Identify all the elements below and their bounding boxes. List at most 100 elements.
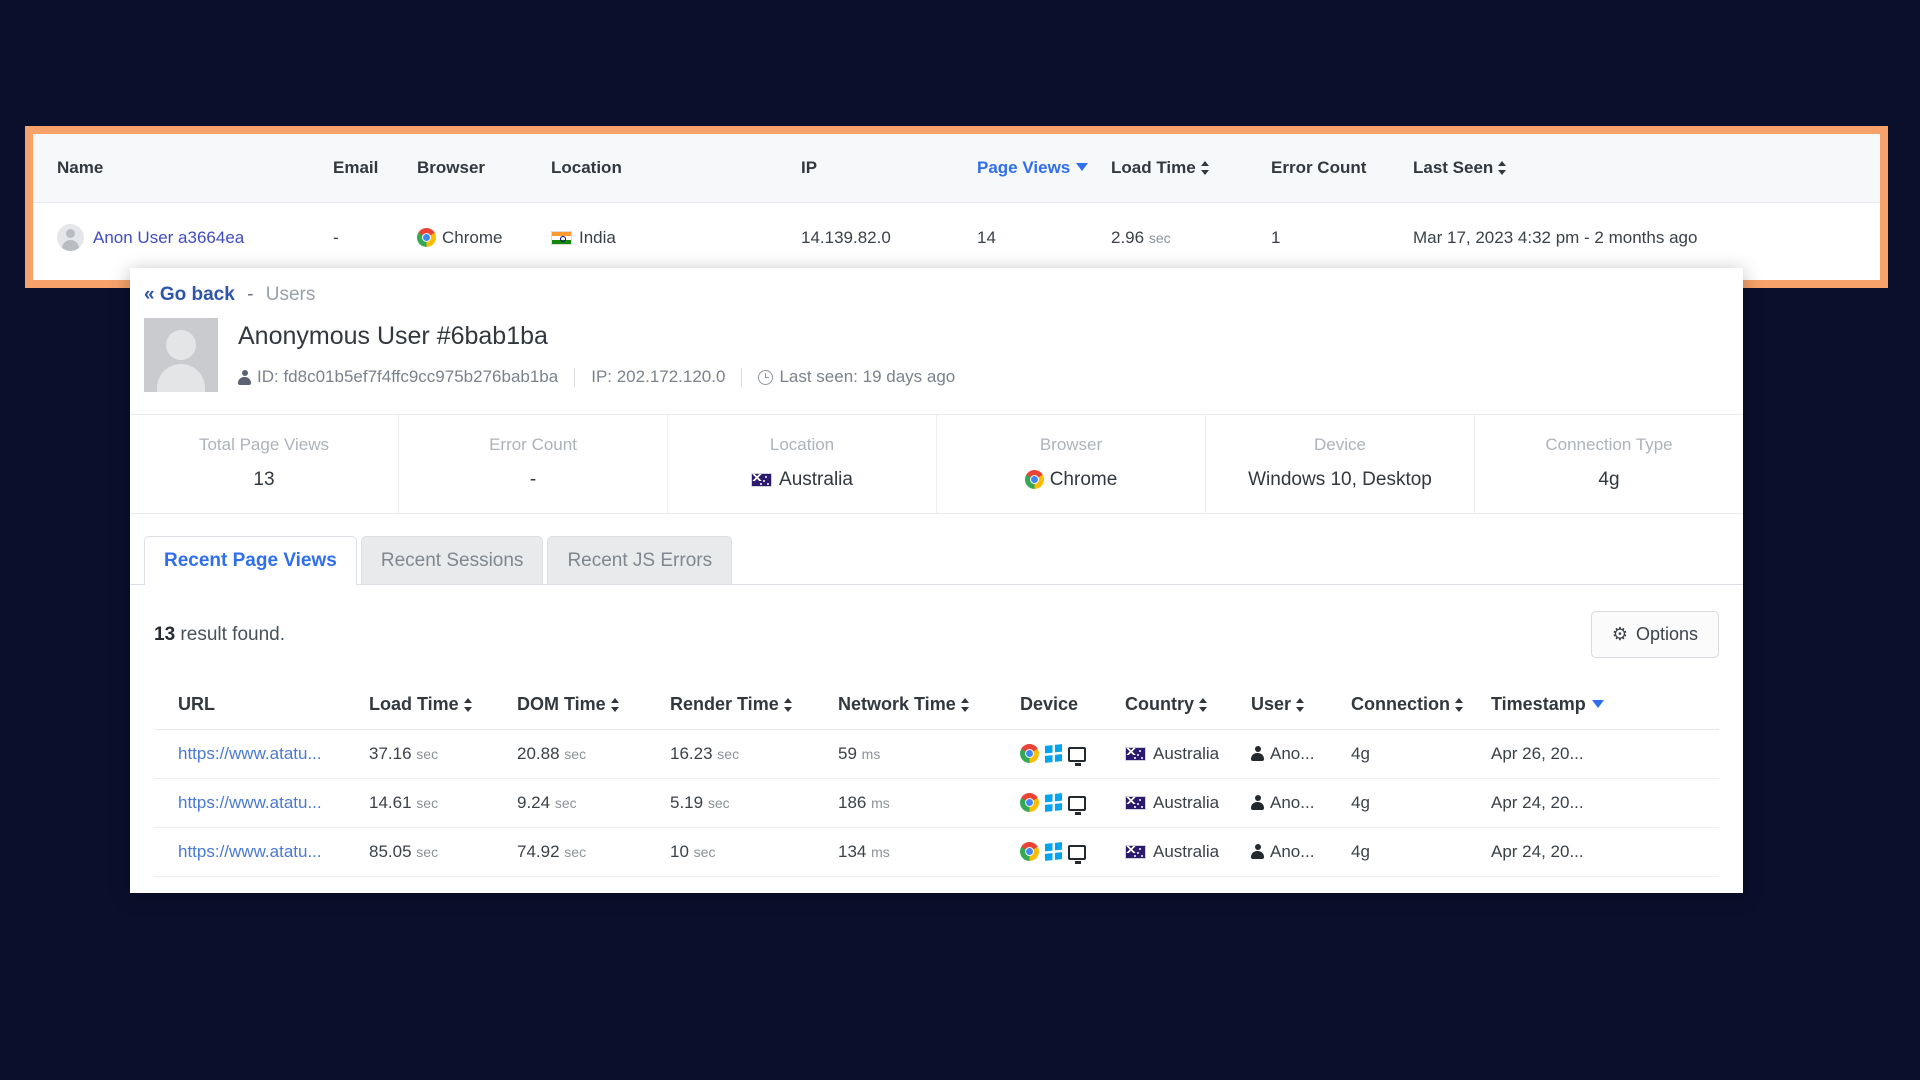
unit: sec: [564, 844, 587, 860]
options-button[interactable]: ⚙ Options: [1590, 611, 1719, 658]
pv-cell-user: Ano...: [1251, 827, 1351, 877]
users-col-browser[interactable]: Browser: [417, 134, 551, 203]
page-url-link[interactable]: https://www.atatu...: [178, 793, 322, 812]
users-col-ip[interactable]: IP: [801, 134, 977, 203]
users-cell-browser: Chrome: [417, 202, 551, 272]
user-detail-panel: « Go back - Users Anonymous User #6bab1b…: [130, 268, 1743, 893]
avatar: [57, 224, 84, 251]
value: 14.61: [369, 793, 412, 812]
users-col-ip-label: IP: [801, 158, 818, 177]
users-cell-load-time: 2.96 sec: [1111, 202, 1271, 272]
go-back-link[interactable]: « Go back: [144, 284, 235, 305]
person-icon: [1251, 795, 1264, 810]
stat-value-wrap: Chrome: [937, 469, 1205, 491]
value: 16.23: [670, 744, 713, 763]
user-name-link[interactable]: Anon User a3664ea: [93, 228, 244, 247]
pv-col-connection[interactable]: Connection: [1351, 680, 1491, 730]
breadcrumb-current: Users: [265, 284, 316, 305]
pv-cell-dom-time: 20.88 sec: [517, 729, 670, 779]
pv-cell-country: Australia: [1125, 827, 1251, 877]
location-label: India: [579, 227, 616, 247]
users-col-email-label: Email: [333, 158, 379, 177]
page-views-table-header: URL Load Time DOM Time Render Time Netwo…: [154, 680, 1719, 730]
country-label: Australia: [1153, 842, 1220, 861]
stat-location: Location Australia: [668, 415, 937, 513]
users-cell-email: -: [333, 202, 417, 272]
users-col-email[interactable]: Email: [333, 134, 417, 203]
table-row[interactable]: https://www.atatu... 37.16 sec 20.88 sec…: [154, 729, 1719, 779]
stat-label: Location: [769, 435, 835, 454]
users-col-error-count[interactable]: Error Count: [1271, 134, 1413, 203]
page-url-link[interactable]: https://www.atatu...: [178, 842, 322, 861]
tab-recent-js-errors[interactable]: Recent JS Errors: [547, 536, 733, 585]
stat-browser: Browser Chrome: [937, 415, 1206, 513]
tab-recent-page-views[interactable]: Recent Page Views: [144, 536, 357, 586]
gear-icon: ⚙: [1611, 624, 1628, 644]
pv-col-url-label: URL: [178, 694, 215, 714]
users-col-name[interactable]: Name: [33, 134, 333, 203]
users-col-load-time[interactable]: Load Time: [1111, 134, 1271, 203]
page-url-link[interactable]: https://www.atatu...: [178, 744, 322, 763]
value: 10: [670, 842, 689, 861]
pv-col-country[interactable]: Country: [1125, 680, 1251, 730]
user-label: Ano...: [1270, 744, 1315, 763]
windows-icon: [1045, 793, 1062, 812]
value: 74.92: [517, 842, 560, 861]
users-table-body: Anon User a3664ea - Chrome India 14.139.…: [33, 202, 1880, 272]
table-row[interactable]: https://www.atatu... 85.05 sec 74.92 sec…: [154, 827, 1719, 877]
pv-col-network-time[interactable]: Network Time: [838, 680, 1020, 730]
pv-cell-connection: 4g: [1351, 729, 1491, 779]
value: 186: [838, 793, 867, 812]
pv-col-load-time-label: Load Time: [369, 694, 459, 714]
pv-col-render-time[interactable]: Render Time: [670, 680, 838, 730]
browser-label: Chrome: [442, 227, 503, 247]
pv-cell-load-time: 37.16 sec: [369, 729, 517, 779]
pv-col-user[interactable]: User: [1251, 680, 1351, 730]
users-col-last-seen-label: Last Seen: [1413, 158, 1494, 177]
stat-connection-type: Connection Type 4g: [1475, 415, 1743, 513]
user-label: Ano...: [1270, 793, 1315, 812]
unit: sec: [564, 746, 587, 762]
stat-value: 13: [253, 469, 275, 490]
stats-strip: Total Page Views 13 Error Count - Locati…: [130, 414, 1743, 514]
pv-col-device-label: Device: [1020, 694, 1079, 714]
users-col-last-seen[interactable]: Last Seen: [1413, 134, 1880, 203]
load-time-value: 2.96: [1111, 227, 1145, 247]
sort-updown-icon: [1199, 698, 1208, 712]
chrome-icon: [1024, 470, 1044, 489]
stat-value: Windows 10, Desktop: [1248, 469, 1432, 490]
value: 85.05: [369, 842, 412, 861]
pv-cell-timestamp: Apr 26, 20...: [1491, 729, 1719, 779]
value: 59: [838, 744, 857, 763]
pv-cell-device: [1020, 827, 1125, 877]
tab-recent-sessions[interactable]: Recent Sessions: [360, 536, 544, 585]
person-icon: [1251, 844, 1264, 859]
users-col-page-views-label: Page Views: [977, 158, 1071, 177]
stat-device: Device Windows 10, Desktop: [1206, 415, 1475, 513]
panel-title-block: Anonymous User #6bab1ba ID: fd8c01b5ef7f…: [218, 318, 955, 387]
table-row[interactable]: https://www.atatu... 14.61 sec 9.24 sec …: [154, 778, 1719, 828]
sort-updown-icon: [960, 698, 970, 712]
stat-label: Total Page Views: [198, 435, 330, 454]
windows-icon: [1045, 842, 1062, 861]
pv-col-device[interactable]: Device: [1020, 680, 1125, 730]
unit: ms: [871, 795, 890, 811]
users-col-page-views[interactable]: Page Views: [977, 134, 1111, 203]
pv-col-timestamp[interactable]: Timestamp: [1491, 680, 1719, 730]
last-seen-label: Last seen: 19 days ago: [779, 367, 956, 386]
flag-australia-icon: [1125, 845, 1146, 859]
users-col-location[interactable]: Location: [551, 134, 801, 203]
person-icon: [1251, 746, 1264, 761]
flag-india-icon: [551, 230, 572, 245]
panel-header: Anonymous User #6bab1ba ID: fd8c01b5ef7f…: [130, 306, 1743, 392]
pv-col-load-time[interactable]: Load Time: [369, 680, 517, 730]
pv-col-dom-time[interactable]: DOM Time: [517, 680, 670, 730]
flag-australia-icon: [1125, 747, 1146, 761]
users-table-container: Name Email Browser Location IP Page View…: [25, 126, 1888, 288]
pv-cell-device: [1020, 729, 1125, 779]
load-time-unit: sec: [1148, 229, 1171, 246]
pv-cell-country: Australia: [1125, 778, 1251, 828]
pv-col-url[interactable]: URL: [154, 680, 369, 730]
table-row[interactable]: Anon User a3664ea - Chrome India 14.139.…: [33, 202, 1880, 272]
pv-cell-load-time: 85.05 sec: [369, 827, 517, 877]
